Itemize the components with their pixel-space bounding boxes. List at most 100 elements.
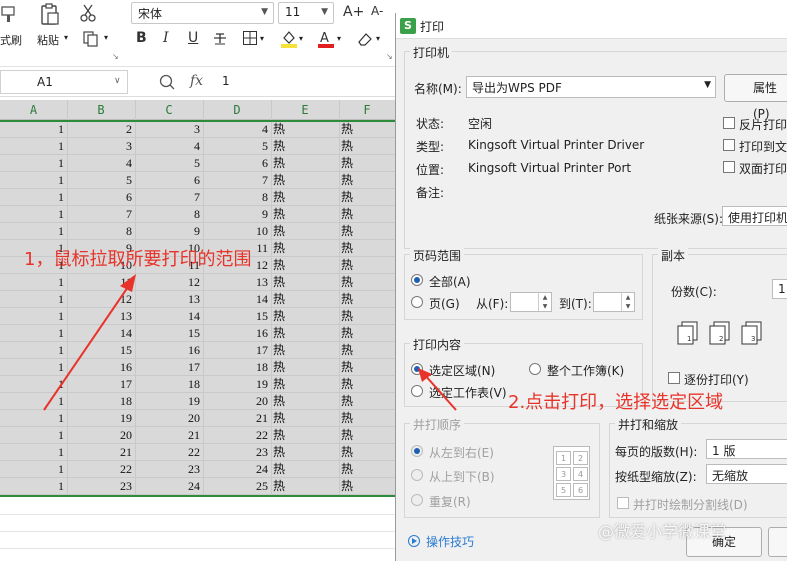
- copies-input[interactable]: 1: [772, 279, 787, 299]
- type-label: 类型:: [416, 140, 445, 154]
- paste-dropdown-icon[interactable]: ▾: [64, 33, 68, 42]
- pages-per-sheet-label: 每页的版数(H):: [615, 445, 698, 459]
- font-color-icon[interactable]: A: [317, 29, 335, 49]
- svg-text:3: 3: [751, 335, 755, 343]
- increase-font-button[interactable]: A+: [343, 4, 364, 20]
- repeat-label: 重复(R): [429, 495, 471, 509]
- underline-button[interactable]: U: [188, 30, 198, 46]
- column-header-bar: ABCDEF: [0, 100, 395, 120]
- location-label: 位置:: [416, 163, 445, 177]
- order-grid-cell: 3: [556, 467, 571, 481]
- fill-color-icon[interactable]: [280, 29, 298, 49]
- to-label: 到(T):: [559, 297, 592, 311]
- top-to-bottom-radio[interactable]: [411, 469, 423, 481]
- cut-icon[interactable]: [78, 3, 98, 23]
- tips-icon[interactable]: [408, 535, 420, 547]
- annotation-step-2: 2.点击打印，选择选定区域: [508, 392, 724, 413]
- page-range-group-label: 页码范围: [410, 247, 465, 264]
- copy-icon[interactable]: [82, 30, 104, 48]
- fill-color-dropdown-icon[interactable]: ▾: [299, 34, 303, 43]
- draw-borders-checkbox[interactable]: [617, 497, 629, 509]
- from-page-input[interactable]: ▲ ▼: [510, 292, 552, 312]
- copy-dropdown-icon[interactable]: ▾: [104, 33, 108, 42]
- left-to-right-radio[interactable]: [411, 445, 423, 457]
- printer-properties-button[interactable]: 属性(P): [724, 74, 787, 121]
- font-name-select[interactable]: 宋体 ▼: [131, 2, 274, 24]
- chevron-down-icon: ∨: [114, 76, 121, 86]
- print-to-file-label: 打印到文件: [739, 140, 787, 154]
- collate-checkbox[interactable]: [668, 372, 680, 384]
- svg-text:A: A: [320, 31, 329, 46]
- formula-bar: A1 ∨ fx 1: [0, 67, 395, 97]
- print-what-group-label: 打印内容: [410, 336, 465, 353]
- status-value: 空闲: [468, 117, 493, 131]
- whole-workbook-label: 整个工作簿(K): [547, 364, 625, 378]
- dialog-title: 打印: [420, 20, 445, 34]
- page-range-radio[interactable]: [411, 296, 423, 308]
- reverse-print-checkbox[interactable]: [723, 117, 735, 129]
- dialog-launcher-icon[interactable]: ↘: [112, 52, 119, 61]
- empty-rows-area[interactable]: [0, 498, 395, 561]
- column-header[interactable]: E: [271, 100, 339, 120]
- font-size-select[interactable]: 11 ▼: [278, 2, 334, 24]
- paper-source-label: 纸张来源(S):: [654, 212, 724, 226]
- name-box-value: A1: [37, 75, 53, 89]
- chevron-down-icon: ▼: [261, 7, 268, 17]
- order-grid-cell: 4: [573, 467, 588, 481]
- column-header[interactable]: C: [135, 100, 203, 120]
- tips-link[interactable]: 操作技巧: [426, 533, 474, 550]
- function-icon[interactable]: fx: [190, 73, 203, 89]
- repeat-radio[interactable]: [411, 494, 423, 506]
- copies-value: 1: [778, 282, 786, 296]
- whole-workbook-radio[interactable]: [529, 363, 541, 375]
- border-dropdown-icon[interactable]: ▾: [260, 34, 264, 43]
- from-spinner-icon[interactable]: ▲ ▼: [538, 293, 551, 311]
- name-box[interactable]: A1 ∨: [0, 70, 128, 94]
- zoom-search-icon[interactable]: [158, 73, 176, 91]
- to-page-input[interactable]: ▲ ▼: [593, 292, 635, 312]
- format-painter-button[interactable]: 式刷: [0, 32, 22, 48]
- duplex-checkbox[interactable]: [723, 161, 735, 173]
- order-grid-cell: 2: [573, 451, 588, 465]
- copies-group-label: 副本: [658, 247, 689, 264]
- column-header[interactable]: D: [203, 100, 271, 120]
- font-color-dropdown-icon[interactable]: ▾: [337, 34, 341, 43]
- border-icon[interactable]: [242, 30, 258, 46]
- from-label: 从(F):: [476, 297, 509, 311]
- clear-format-dropdown-icon[interactable]: ▾: [376, 34, 380, 43]
- italic-button[interactable]: I: [163, 30, 169, 46]
- printer-name-select[interactable]: 导出为WPS PDF ▼: [466, 76, 716, 98]
- column-header[interactable]: A: [0, 100, 67, 120]
- paper-source-value: 使用打印机设置: [728, 211, 787, 225]
- to-spinner-icon[interactable]: ▲ ▼: [621, 293, 634, 311]
- dialog-launcher-icon[interactable]: ↘: [386, 52, 393, 61]
- scale-to-paper-select[interactable]: 无缩放: [706, 464, 787, 484]
- formula-input[interactable]: 1: [222, 74, 230, 88]
- column-header[interactable]: F: [339, 100, 395, 120]
- dialog-title-bar: S 打印: [396, 13, 787, 39]
- paper-source-select[interactable]: 使用打印机设置: [722, 206, 787, 226]
- watermark: @微爱小学微课堂: [598, 522, 727, 541]
- all-pages-radio[interactable]: [411, 274, 423, 286]
- svg-text:1: 1: [687, 335, 691, 343]
- print-to-file-checkbox[interactable]: [723, 139, 735, 151]
- paste-button[interactable]: 粘贴: [37, 32, 59, 48]
- annotation-arrow-2: [418, 368, 457, 411]
- pages-per-sheet-value: 1 版: [712, 444, 736, 458]
- collate-label: 逐份打印(Y): [684, 373, 749, 387]
- clear-format-icon[interactable]: [356, 30, 374, 48]
- annotation-step-1: 1，鼠标拉取所要打印的范围: [24, 249, 252, 270]
- bold-button[interactable]: B: [136, 30, 147, 46]
- order-grid-cell: 5: [556, 483, 571, 497]
- paste-icon[interactable]: [38, 2, 62, 26]
- pages-per-sheet-select[interactable]: 1 版: [706, 439, 787, 459]
- cancel-button[interactable]: [768, 527, 787, 557]
- decrease-font-button[interactable]: A-: [371, 4, 383, 18]
- column-header[interactable]: B: [67, 100, 135, 120]
- font-name-value: 宋体: [138, 7, 163, 21]
- scale-to-paper-label: 按纸型缩放(Z):: [615, 470, 697, 484]
- strikethrough-icon[interactable]: [212, 30, 228, 46]
- format-painter-icon[interactable]: [0, 4, 18, 24]
- type-value: Kingsoft Virtual Printer Driver: [468, 138, 645, 152]
- annotation-arrow-1: [43, 274, 136, 411]
